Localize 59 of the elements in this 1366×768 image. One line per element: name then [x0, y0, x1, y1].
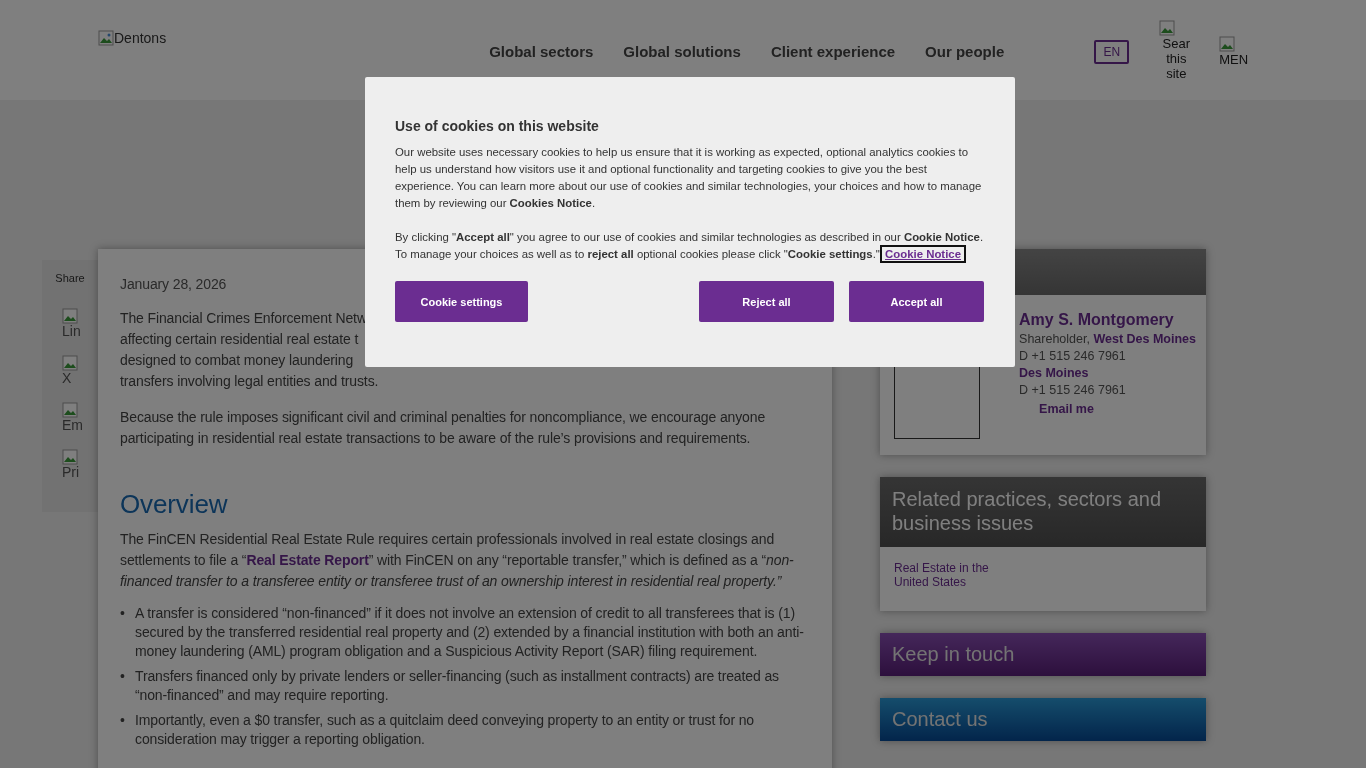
email-link[interactable]: Email me [1039, 401, 1094, 418]
broken-image-icon [62, 308, 78, 324]
broken-image-icon [1219, 36, 1236, 52]
broken-image-icon [1159, 20, 1176, 36]
search-alt-text: Sear this site [1161, 36, 1191, 81]
share-image-link[interactable]: Pri [62, 449, 84, 479]
bullet-marker: • [120, 667, 126, 686]
share-image-link[interactable]: X [62, 355, 84, 385]
menu-alt-text: MEN [1219, 52, 1249, 67]
contact-us-link[interactable]: Contact us [880, 698, 1206, 741]
logo-alt-text: Dentons [114, 30, 167, 46]
nav-link[interactable]: Global solutions [623, 43, 741, 60]
language-button[interactable]: EN [1094, 40, 1130, 64]
broken-image-icon [62, 449, 78, 465]
share-alt-text: Lin [62, 324, 82, 338]
contact-name-link[interactable]: Amy S. Montgomery [1019, 309, 1174, 331]
share-alt-text: Em [62, 418, 84, 432]
bullet-item: A transfer is considered “non-financed” if it does not involve an extension of credit to all transferees that is (1) secured by the transferred residential real property and (2) extended by a financial institution with both an anti-money laundering (AML) program obligation and a Suspicious Activity Report (SAR) filing requirement. [135, 604, 805, 661]
broken-image-icon [62, 402, 78, 418]
broken-image-icon [98, 30, 114, 46]
section-heading: Overview [120, 489, 229, 519]
contact-title: Shareholder, [1019, 332, 1090, 346]
nav-link[interactable]: Client experience [770, 43, 896, 60]
bullet-item: Importantly, even a $0 transfer, such as a quitclaim deed conveying property to an entity or trust for no consideration may trigger a reporting obligation. [135, 711, 756, 749]
keep-in-touch-link[interactable]: Keep in touch [880, 633, 1206, 676]
dialog-title: Use of cookies on this website [395, 118, 600, 134]
article-date: January 28, 2026 [120, 275, 228, 294]
paragraph: Because the rule imposes significant civil and criminal penalties for noncompliance, we encourage anyone participating in residential real estate transactions to be aware of the rule’s provisions and requirements. [120, 408, 767, 448]
dialog-text: By clicking "Accept all" you agree to our use of cookies and similar technologies as described in our Cookie Notice. To manage your choices as well as to reject all optional cookies please click "Cookie settings." Cookie Notice [395, 229, 985, 263]
nav-link[interactable]: Our people [925, 43, 1005, 60]
related-title: Related practices, sectors and business issues [880, 477, 1206, 547]
share-label: Share [55, 272, 85, 284]
office-link[interactable]: Des Moines [1019, 365, 1089, 382]
cookie-button[interactable]: Accept all [849, 281, 984, 322]
search-image-link[interactable]: Sear this site [1159, 20, 1192, 81]
logo-image[interactable]: Dentons [98, 30, 167, 46]
nav-link[interactable]: Global sectors [489, 43, 594, 60]
share-image-link[interactable]: Em [62, 402, 84, 432]
report-link[interactable]: Real Estate Report [246, 552, 369, 568]
related-link[interactable]: Real Estate in the United States [894, 561, 1004, 589]
paragraph: The FinCEN Residential Real Estate Rule requires certain professionals involved in real estate closings and settlements to file a “Real Estate Report” with FinCEN on any “reportable transfer,” which is defined as a “non-financed transfer to a transferee entity or transferee trust of an ownership interest in residential real property.” [120, 530, 795, 591]
cookie-button[interactable]: Reject all [699, 281, 834, 322]
cookie-button[interactable]: Cookie settings [395, 281, 528, 322]
paragraph-line: designed to combat money laundering [120, 351, 355, 370]
bullet-item: Transfers financed only by private lenders or seller-financing (such as installment contracts) are treated as “non-financed” and may require reporting. [135, 667, 780, 705]
share-alt-text: Pri [62, 465, 81, 479]
bullet-marker: • [120, 604, 126, 623]
paragraph-line: affecting certain residential real estate t [120, 330, 360, 349]
broken-image-icon [62, 355, 78, 371]
phone-number: D +1 515 246 7961 [1019, 348, 1126, 365]
dialog-text: Our website uses necessary cookies to help us ensure that it is working as expected, optional analytics cookies to help us understand how visitors use it and optional functionality and targeting cookies to give you the best experience. You can learn more about our use of cookies and similar technologies, your choices and how to manage them by reviewing our Cookies Notice. [395, 145, 983, 211]
office-link[interactable]: West Des Moines [1093, 332, 1196, 346]
menu-image-link[interactable]: MEN [1219, 36, 1249, 67]
cookie-notice-link[interactable]: Cookie Notice [883, 248, 963, 260]
share-image-link[interactable]: Lin [62, 308, 84, 338]
phone-number: D +1 515 246 7961 [1019, 382, 1126, 399]
share-alt-text: X [62, 371, 73, 385]
bullet-marker: • [120, 711, 126, 730]
paragraph-line: transfers involving legal entities and trusts. [120, 372, 380, 391]
